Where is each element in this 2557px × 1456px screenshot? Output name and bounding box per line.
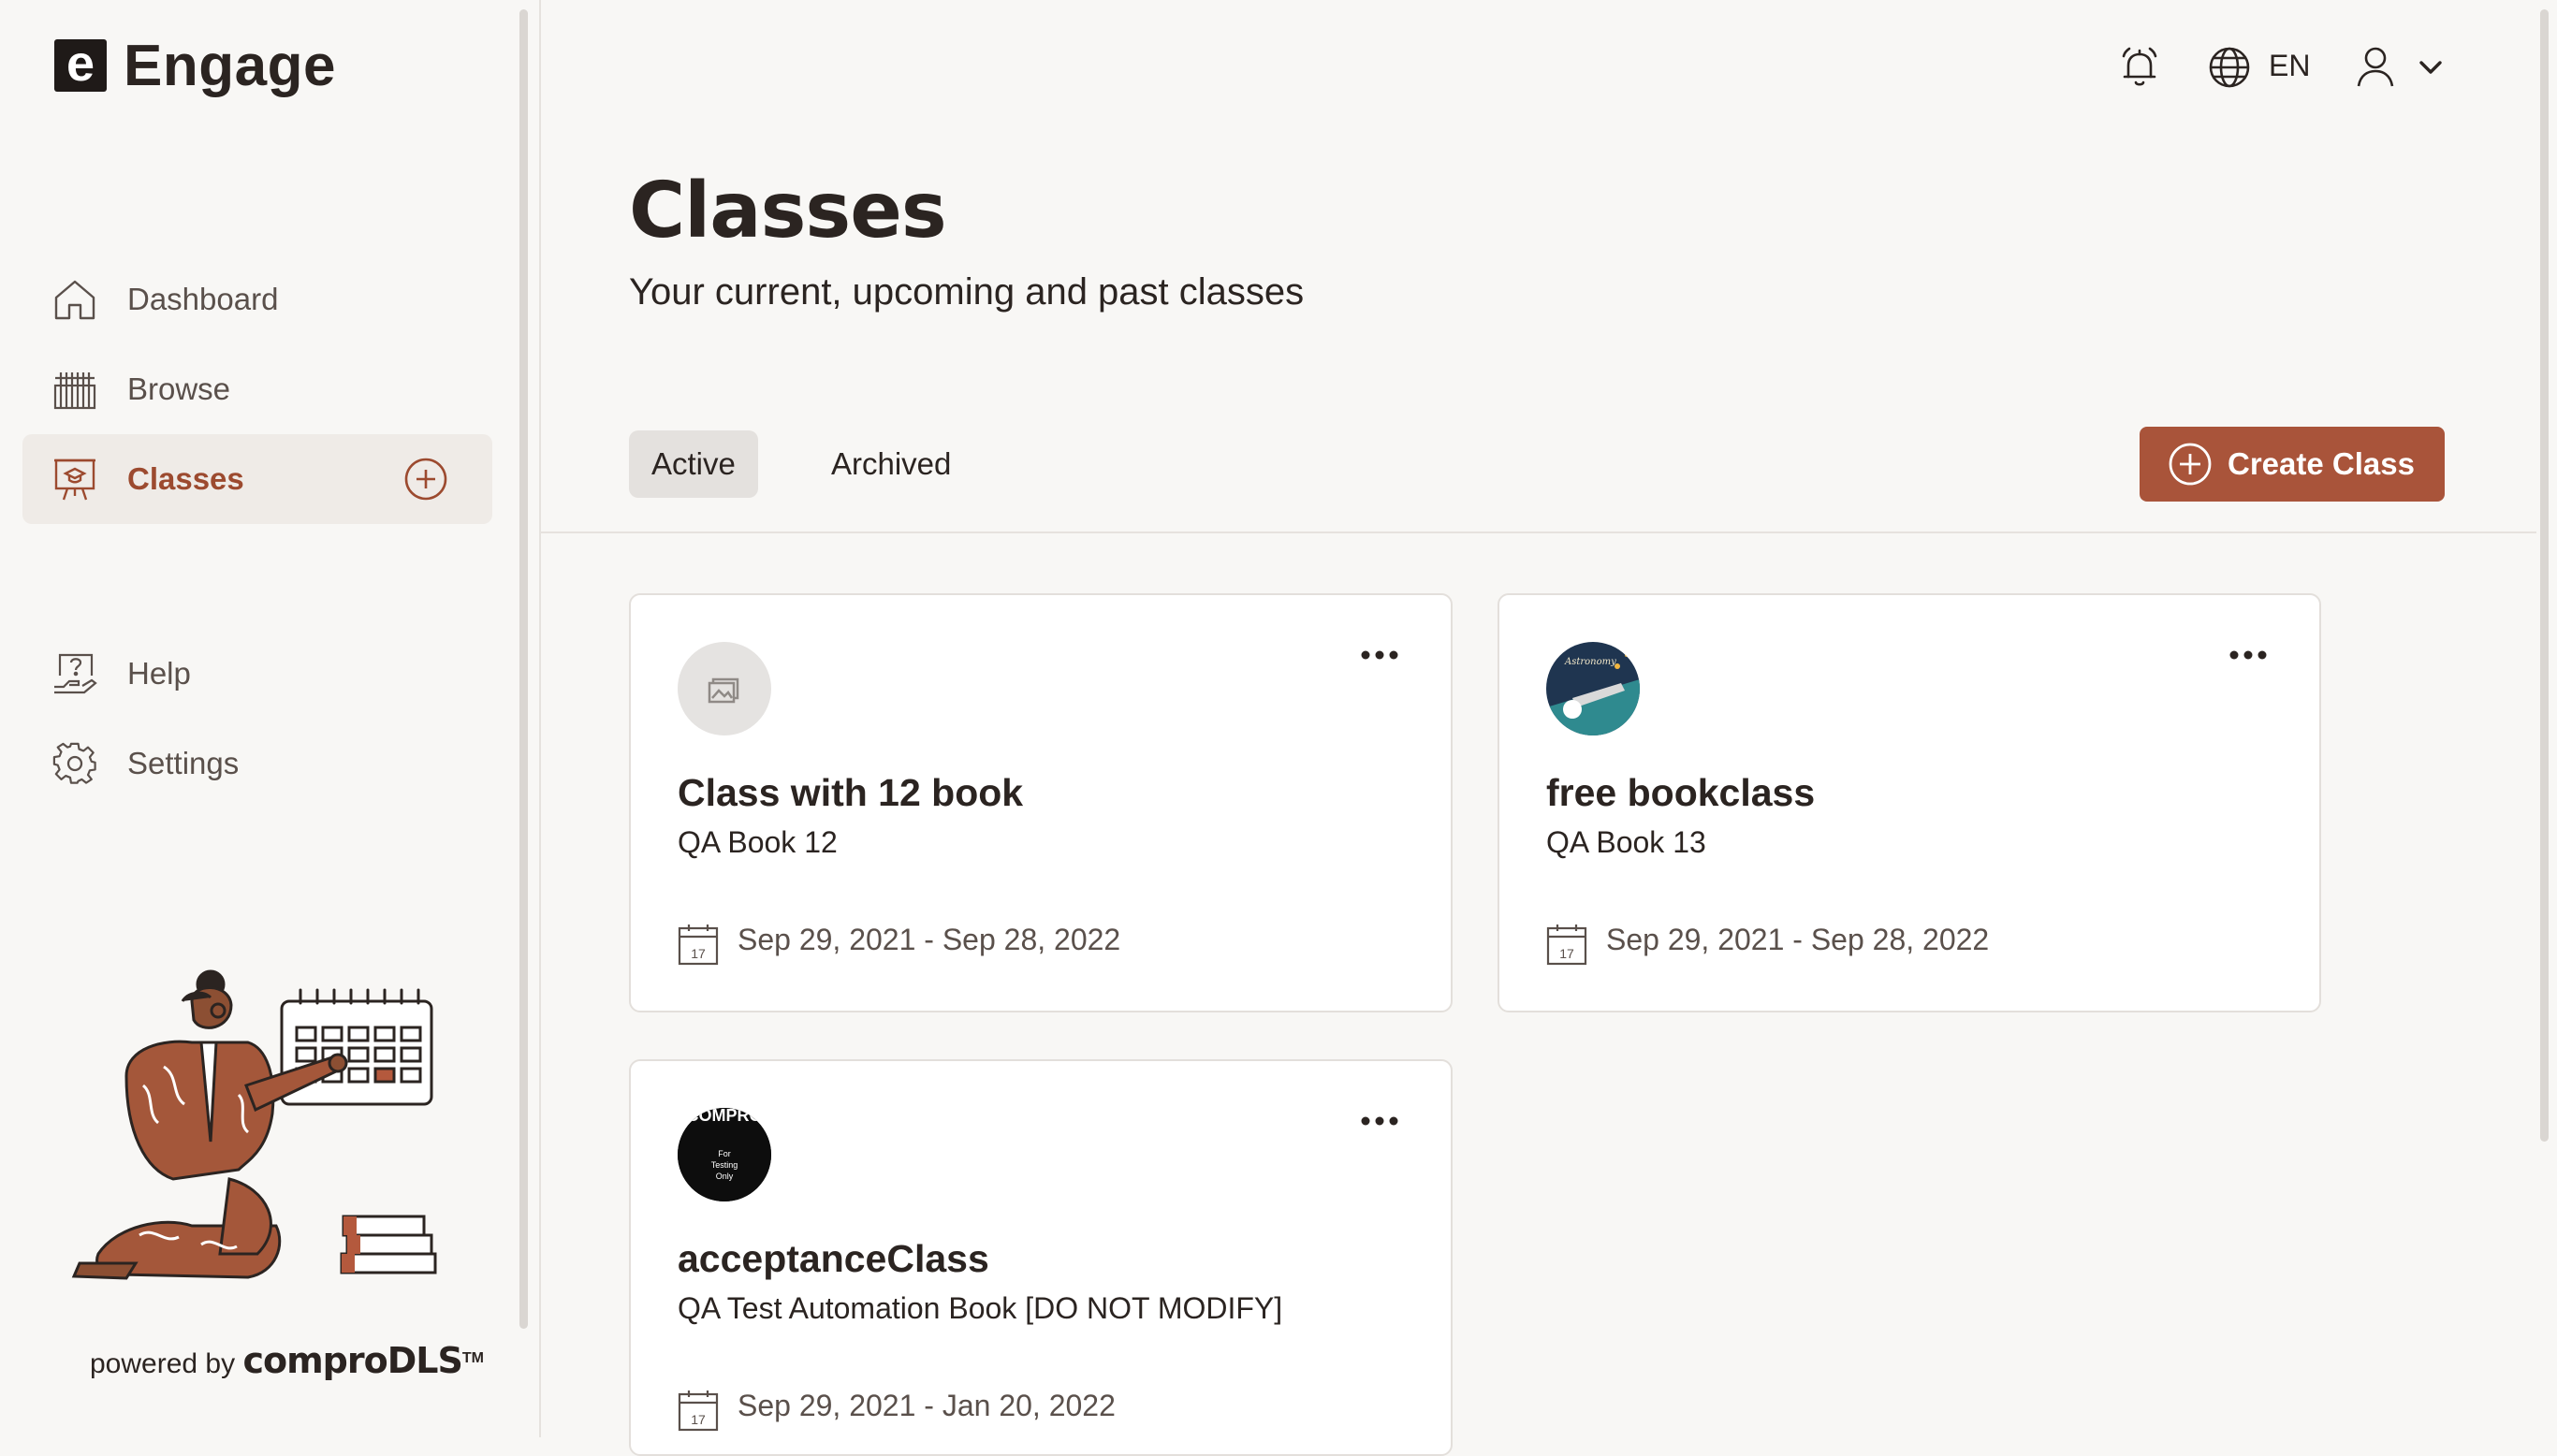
help-icon [54, 653, 97, 694]
plus-circle-icon [2169, 443, 2212, 486]
bell-icon[interactable] [2117, 45, 2162, 90]
svg-text:17: 17 [691, 1412, 706, 1427]
main-scrollbar[interactable] [2540, 9, 2549, 1142]
class-dates: Sep 29, 2021 - Sep 28, 2022 [738, 923, 1121, 956]
books-icon [53, 372, 96, 410]
chevron-down-icon[interactable] [2417, 56, 2445, 79]
app-name: Engage [124, 33, 336, 98]
sidebar-item-label: Dashboard [127, 282, 279, 316]
class-dates: Sep 29, 2021 - Jan 20, 2022 [738, 1389, 1116, 1422]
powered-prefix: powered by [90, 1348, 236, 1379]
sidebar-item-label: Browse [127, 371, 231, 406]
sidebar-item-label: Settings [127, 746, 240, 780]
app-logo[interactable]: e Engage [54, 34, 336, 98]
calendar-icon: 17 [678, 1390, 719, 1432]
teacher-illustration [71, 969, 437, 1280]
class-book: QA Book 13 [1546, 825, 1706, 859]
page-subtitle: Your current, upcoming and past classes [629, 271, 1305, 313]
add-class-icon[interactable] [404, 458, 447, 501]
svg-text:17: 17 [1559, 946, 1574, 961]
astronomy-thumbnail: Astronomy [1546, 642, 1640, 735]
home-icon [54, 280, 95, 320]
sidebar-item-settings[interactable]: Settings [22, 719, 492, 808]
placeholder-image-icon [678, 642, 771, 735]
tab-active[interactable]: Active [629, 430, 758, 498]
tab-archived[interactable]: Archived [809, 430, 973, 498]
logo-mark: e [54, 38, 107, 92]
class-name[interactable]: free bookclass [1546, 771, 1815, 815]
header-divider [539, 531, 2536, 533]
class-name[interactable]: Class with 12 book [678, 771, 1023, 815]
compro-thumbnail: COMPRO For Testing Only [678, 1108, 771, 1201]
sidebar-scrollbar[interactable] [519, 9, 528, 1329]
sidebar-item-help[interactable]: Help [22, 629, 492, 719]
language-label[interactable]: EN [2269, 49, 2310, 83]
more-options-icon[interactable] [1361, 1115, 1398, 1127]
sidebar-item-browse[interactable]: Browse [22, 344, 492, 434]
class-name[interactable]: acceptanceClass [678, 1237, 989, 1281]
create-class-label: Create Class [2228, 446, 2415, 481]
calendar-icon: 17 [1546, 925, 1587, 966]
user-icon[interactable] [2353, 43, 2398, 88]
sidebar-item-label: Help [127, 656, 191, 691]
class-card[interactable]: Astronomy free bookclass QA Book 13 17 S… [1498, 593, 2321, 1012]
classroom-icon [54, 459, 95, 501]
class-card[interactable]: COMPRO For Testing Only acceptanceClass … [629, 1059, 1453, 1456]
globe-icon[interactable] [2207, 45, 2252, 90]
sidebar-item-dashboard[interactable]: Dashboard [22, 255, 492, 344]
sidebar-item-classes[interactable]: Classes [22, 434, 492, 524]
more-options-icon[interactable] [1361, 649, 1398, 661]
calendar-icon: 17 [678, 925, 719, 966]
compro-thumb-line3: Only [716, 1172, 734, 1181]
class-book: QA Test Automation Book [DO NOT MODIFY] [678, 1291, 1283, 1325]
class-book: QA Book 12 [678, 825, 838, 859]
svg-text:Astronomy: Astronomy [1564, 657, 1616, 667]
create-class-button[interactable]: Create Class [2140, 427, 2445, 502]
sidebar: e Engage Dashboard Browse Classes Help S… [0, 0, 541, 1437]
class-dates: Sep 29, 2021 - Sep 28, 2022 [1606, 923, 1990, 956]
powered-by: powered by comproDLSTM [90, 1340, 484, 1381]
page-title: Classes [629, 167, 947, 255]
more-options-icon[interactable] [2229, 649, 2267, 661]
sidebar-item-label: Classes [127, 461, 244, 496]
trademark: TM [461, 1350, 484, 1366]
powered-brand: comproDLS [242, 1340, 462, 1381]
compro-thumb-title: COMPRO [687, 1108, 763, 1125]
svg-text:17: 17 [691, 946, 706, 961]
class-card[interactable]: Class with 12 book QA Book 12 17 Sep 29,… [629, 593, 1453, 1012]
compro-thumb-line1: For [718, 1149, 731, 1158]
gear-icon [52, 742, 96, 784]
compro-thumb-line2: Testing [711, 1160, 738, 1170]
